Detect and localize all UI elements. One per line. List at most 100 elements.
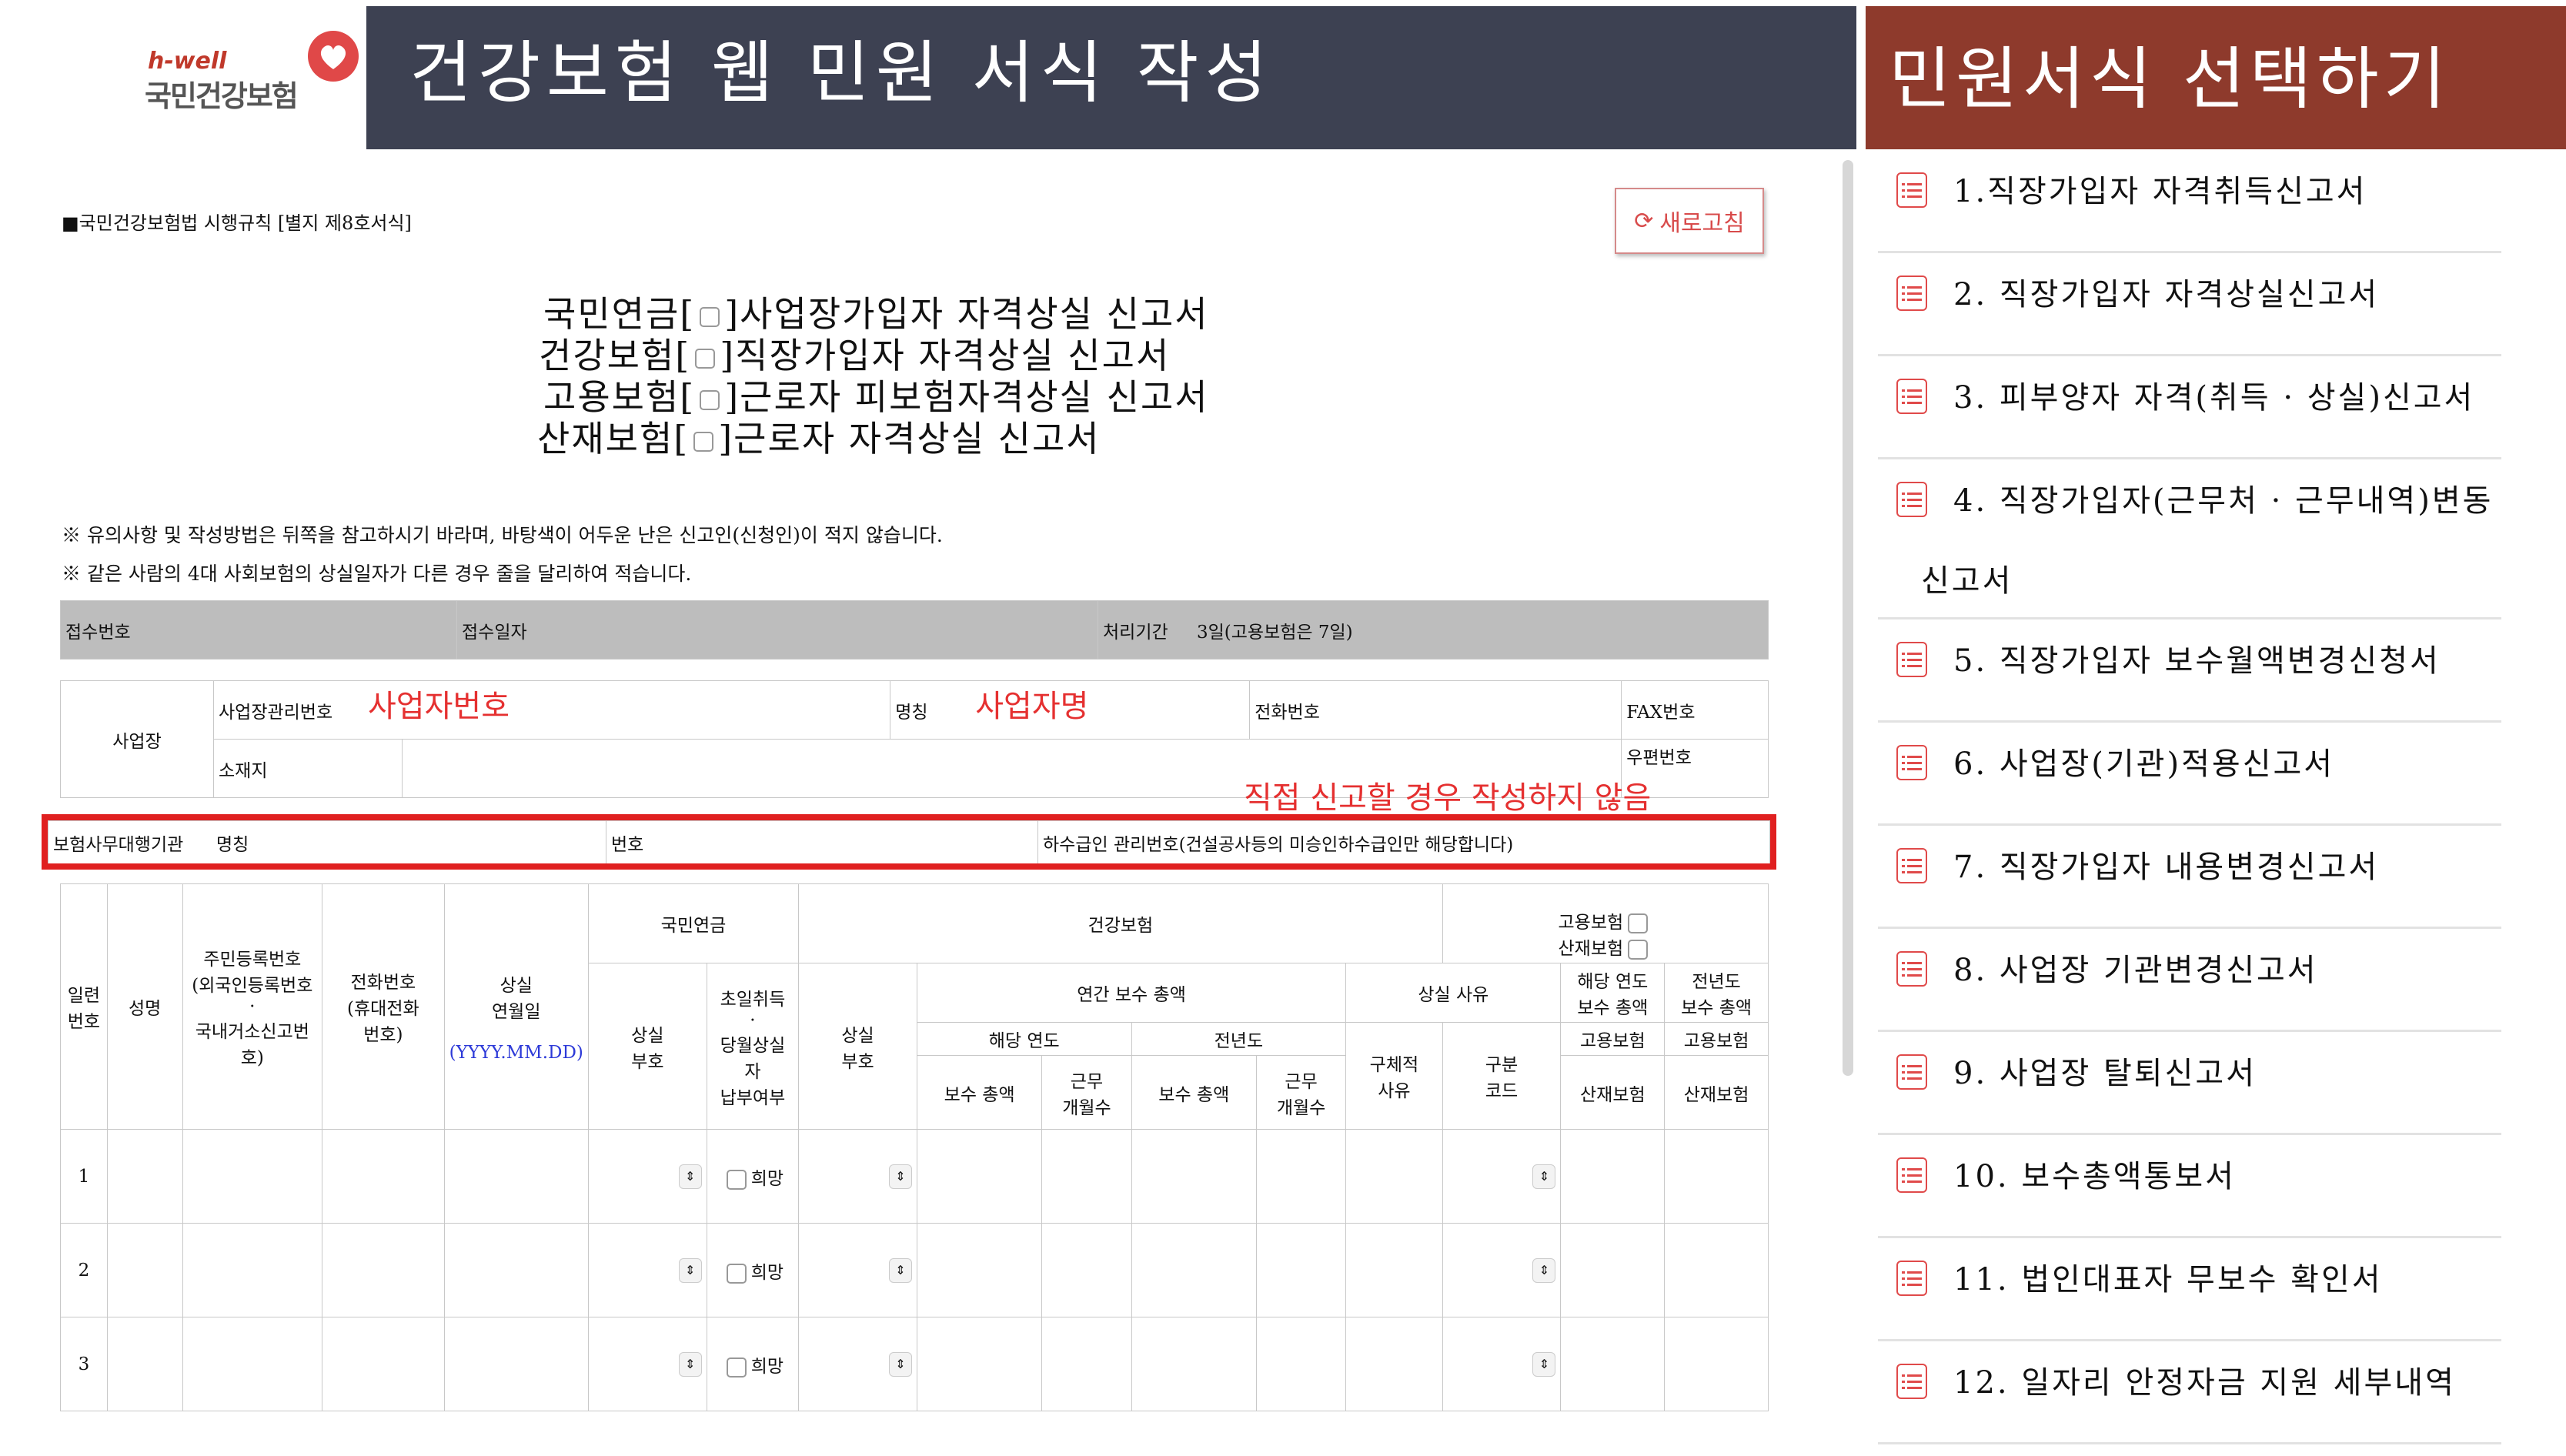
note-instructions: ※ 유의사항 및 작성방법은 뒤쪽을 참고하시기 바라며, 바탕색이 어두운 난… bbox=[62, 524, 943, 546]
employment-checkbox[interactable] bbox=[700, 390, 720, 410]
col-pension: 국민연금 bbox=[587, 883, 800, 963]
document-icon bbox=[1896, 1054, 1927, 1090]
col-loss-date: 상실 연월일 (YYYY.MM.DD) bbox=[443, 883, 589, 1130]
law-reference: ■국민건강보험법 시행규칙 [별지 제8호서식] bbox=[62, 212, 412, 234]
col-pension-code: 상실 부호 bbox=[587, 963, 707, 1130]
health-checkbox[interactable] bbox=[695, 349, 716, 369]
refresh-label: 새로고침 bbox=[1659, 210, 1745, 237]
name-annotation: 사업자명 bbox=[975, 689, 1089, 724]
col-prev-year-total: 전년도 보수 총액 bbox=[1664, 963, 1769, 1023]
nhis-logo[interactable]: h-well 국민건강보험 bbox=[139, 22, 369, 114]
col-this-year-total: 해당 연도 보수 총액 bbox=[1560, 963, 1666, 1023]
table-row: 2 ⇕ 희망 ⇕ ⇕ bbox=[60, 1223, 1769, 1317]
document-icon bbox=[1896, 745, 1927, 780]
col-phone: 전화번호 (휴대전화 번호) bbox=[322, 883, 445, 1130]
date-format-hint: (YYYY.MM.DD) bbox=[449, 1043, 583, 1063]
employee-loss-table: 일련 번호 성명 주민등록번호 (외국인등록번호 · 국내거소신고번 호) 전화… bbox=[60, 883, 1769, 1411]
document-icon bbox=[1896, 1261, 1927, 1296]
menu-item-1[interactable]: 1.직장가입자 자격취득신고서 bbox=[1878, 154, 2501, 253]
col-health: 건강보험 bbox=[798, 883, 1443, 963]
col-health-code: 상실 부호 bbox=[798, 963, 917, 1130]
document-icon bbox=[1896, 951, 1927, 987]
col-loss-reason: 상실 사유 bbox=[1345, 963, 1562, 1023]
industrial-col-checkbox[interactable] bbox=[1628, 940, 1649, 960]
col-emp-ind: 고용보험 산재보험 bbox=[1442, 883, 1769, 963]
menu-item-12[interactable]: 12. 일자리 안정자금 지원 세부내역 bbox=[1878, 1342, 2501, 1444]
reason-code-select[interactable]: ⇕ bbox=[1532, 1351, 1556, 1377]
col-annual-total: 연간 보수 총액 bbox=[916, 963, 1347, 1023]
col-emp-this: 고용보험 bbox=[1560, 1022, 1666, 1056]
document-icon bbox=[1896, 848, 1927, 883]
receipt-table: 접수번호 접수일자 처리기간 3일(고용보험은 7일) bbox=[60, 600, 1769, 660]
note-loss-dates: ※ 같은 사람의 4대 사회보험의 상실일자가 다른 경우 줄을 달리하여 적습… bbox=[62, 563, 692, 585]
pension-hope-checkbox[interactable] bbox=[726, 1263, 747, 1284]
col-this-year: 해당 연도 bbox=[916, 1022, 1132, 1056]
pension-hope-checkbox[interactable] bbox=[726, 1169, 747, 1190]
workplace-label: 사업장 bbox=[60, 680, 214, 798]
refresh-icon: ⟳ bbox=[1634, 207, 1654, 235]
health-code-select[interactable]: ⇕ bbox=[888, 1351, 912, 1377]
pension-checkbox[interactable] bbox=[700, 307, 720, 327]
page-title-bar: 건강보험 웹 민원 서식 작성 bbox=[366, 6, 1856, 149]
menu-item-6[interactable]: 6. 사업장(기관)적용신고서 bbox=[1878, 723, 2501, 826]
agency-highlight-box bbox=[42, 814, 1776, 870]
menu-item-9[interactable]: 9. 사업장 탈퇴신고서 bbox=[1878, 1033, 2501, 1135]
table-row: 1 ⇕ 희망 ⇕ ⇕ bbox=[60, 1129, 1769, 1224]
agency-annotation: 직접 신고할 경우 작성하지 않음 bbox=[1244, 780, 1652, 816]
employment-col-checkbox[interactable] bbox=[1628, 913, 1649, 933]
col-ind-prev: 산재보험 bbox=[1664, 1055, 1769, 1130]
page-title: 건강보험 웹 민원 서식 작성 bbox=[409, 33, 1274, 112]
heart-logo-icon bbox=[308, 31, 359, 82]
health-code-select[interactable]: ⇕ bbox=[888, 1257, 912, 1283]
workplace-address-label: 소재지 bbox=[213, 739, 403, 798]
col-emp-prev: 고용보험 bbox=[1664, 1022, 1769, 1056]
menu-item-8[interactable]: 8. 사업장 기관변경신고서 bbox=[1878, 930, 2501, 1032]
reason-code-select[interactable]: ⇕ bbox=[1532, 1257, 1556, 1283]
col-pension-first: 초일취득 · 당월상실 자 납부여부 bbox=[706, 963, 800, 1130]
logo-name: 국민건강보험 bbox=[145, 79, 299, 113]
form-scrollbar[interactable] bbox=[1843, 160, 1853, 1076]
health-code-select[interactable]: ⇕ bbox=[888, 1164, 912, 1189]
col-pay-total-prev: 보수 총액 bbox=[1131, 1055, 1257, 1130]
document-icon bbox=[1896, 642, 1927, 677]
industrial-checkbox[interactable] bbox=[693, 432, 714, 452]
refresh-button[interactable]: ⟳ 새로고침 bbox=[1615, 188, 1764, 254]
menu-item-7[interactable]: 7. 직장가입자 내용변경신고서 bbox=[1878, 827, 2501, 929]
menu-item-2[interactable]: 2. 직장가입자 자격상실신고서 bbox=[1878, 254, 2501, 356]
col-prev-year: 전년도 bbox=[1131, 1022, 1347, 1056]
receipt-date-label: 접수일자 bbox=[456, 600, 1098, 660]
pension-hope-checkbox[interactable] bbox=[726, 1357, 747, 1378]
col-reason-code: 구분 코드 bbox=[1442, 1022, 1562, 1130]
table-row: 3 ⇕ 희망 ⇕ ⇕ bbox=[60, 1317, 1769, 1411]
workplace-mgmt-no-field[interactable]: 사업장관리번호 사업자번호 bbox=[212, 680, 891, 740]
form-title-industrial: 산재보험[]근로자 자격상실 신고서 bbox=[537, 418, 1101, 459]
menu-item-11[interactable]: 11. 법인대표자 무보수 확인서 bbox=[1878, 1239, 2501, 1341]
col-reason-detail: 구체적 사유 bbox=[1345, 1022, 1443, 1130]
col-serial: 일련 번호 bbox=[60, 883, 108, 1130]
menu-item-10[interactable]: 10. 보수총액통보서 bbox=[1878, 1136, 2501, 1238]
document-icon bbox=[1896, 482, 1927, 517]
mgmt-no-annotation: 사업자번호 bbox=[368, 689, 510, 724]
pension-code-select[interactable]: ⇕ bbox=[678, 1351, 702, 1377]
receipt-number-label: 접수번호 bbox=[60, 600, 457, 660]
col-months-this: 근무 개월수 bbox=[1041, 1055, 1132, 1130]
logo-brand: h-well bbox=[148, 48, 227, 75]
menu-item-4[interactable]: 4. 직장가입자(근무처 · 근무내역)변동 신고서 bbox=[1878, 460, 2501, 619]
processing-period-label: 처리기간 bbox=[1098, 600, 1192, 660]
col-rrn: 주민등록번호 (외국인등록번호 · 국내거소신고번 호) bbox=[182, 883, 323, 1130]
reason-code-select[interactable]: ⇕ bbox=[1532, 1164, 1556, 1189]
form-select-header: 민원서식 선택하기 bbox=[1866, 6, 2566, 149]
document-icon bbox=[1896, 172, 1927, 208]
workplace-fax-field[interactable]: FAX번호 bbox=[1621, 680, 1769, 740]
document-icon bbox=[1896, 1364, 1927, 1399]
menu-item-3[interactable]: 3. 피부양자 자격(취득 · 상실)신고서 bbox=[1878, 357, 2501, 459]
processing-period-value: 3일(고용보험은 7일) bbox=[1192, 600, 1769, 660]
workplace-name-field[interactable]: 명칭 사업자명 bbox=[890, 680, 1251, 740]
menu-item-5[interactable]: 5. 직장가입자 보수월액변경신청서 bbox=[1878, 620, 2501, 723]
col-months-prev: 근무 개월수 bbox=[1255, 1055, 1347, 1130]
pension-code-select[interactable]: ⇕ bbox=[678, 1257, 702, 1283]
document-icon bbox=[1896, 276, 1927, 311]
pension-code-select[interactable]: ⇕ bbox=[678, 1164, 702, 1189]
col-ind-this: 산재보험 bbox=[1560, 1055, 1666, 1130]
workplace-phone-field[interactable]: 전화번호 bbox=[1249, 680, 1622, 740]
